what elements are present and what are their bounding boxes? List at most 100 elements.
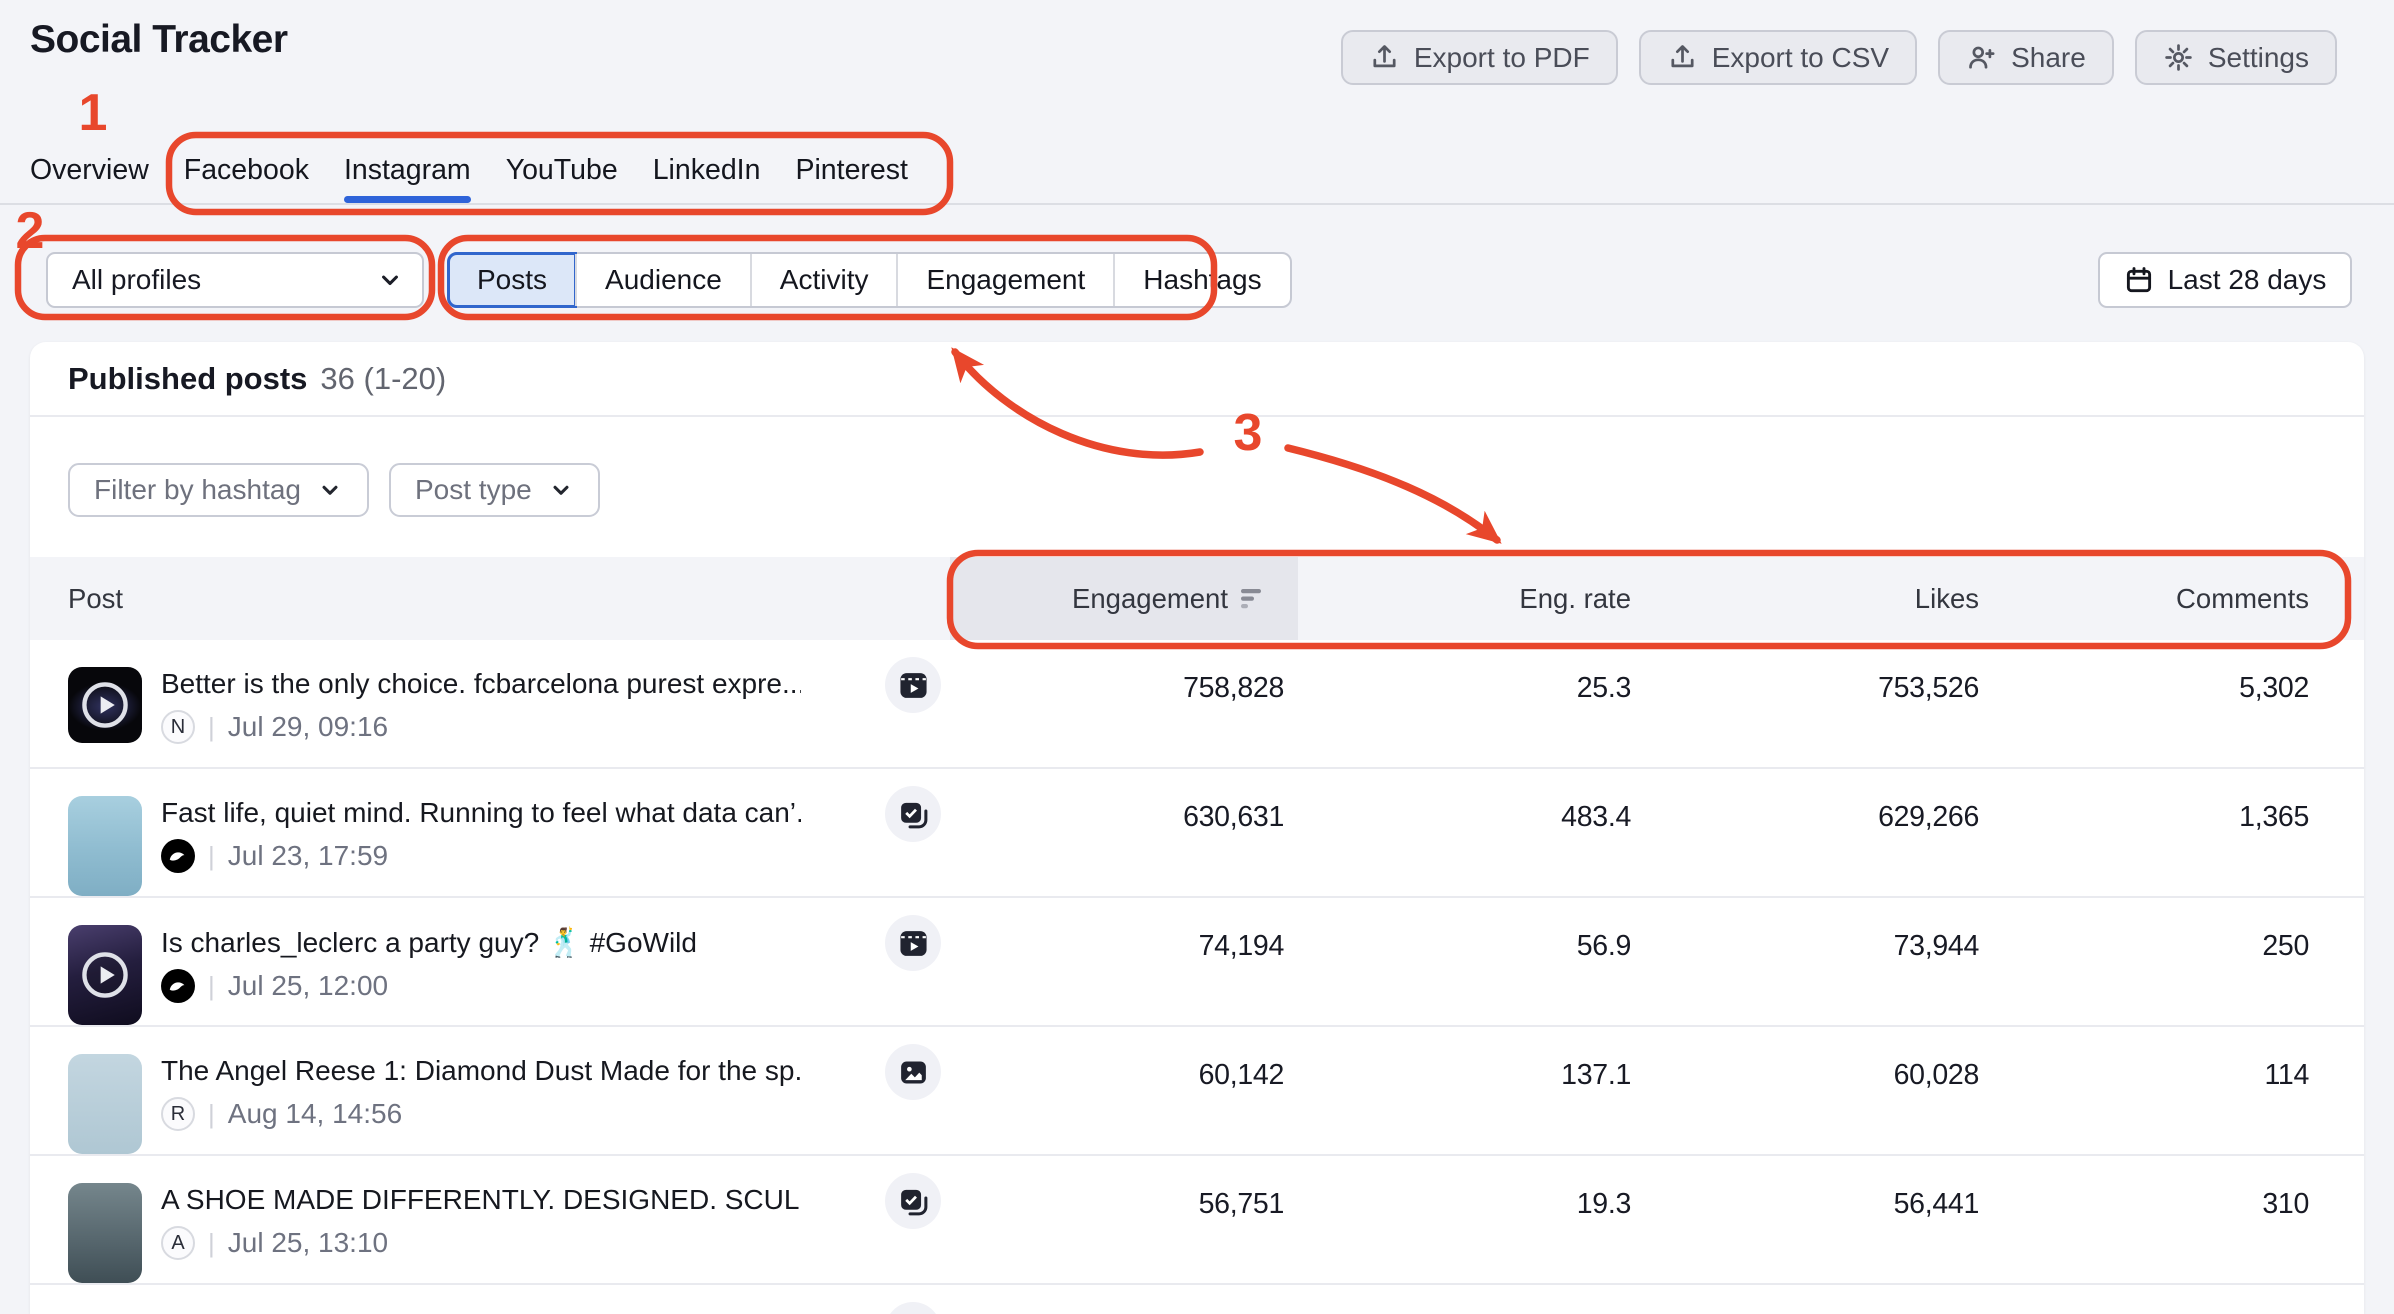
filter-label: Filter by hashtag [94, 474, 301, 506]
upload-icon [1369, 42, 1400, 73]
header-action-button[interactable]: Settings [2135, 30, 2337, 85]
post-meta: A SHOE MADE DIFFERENTLY. DESIGNED. SCULP… [161, 1183, 801, 1283]
post-date: Jul 25, 12:00 [228, 970, 388, 1002]
reel-icon [897, 669, 930, 702]
post-thumbnail[interactable] [68, 667, 142, 743]
network-tab-label: Overview [30, 154, 149, 186]
post-title[interactable]: Better is the only choice. fcbarcelona p… [161, 668, 801, 700]
post-subline: R | Aug 14, 14:56 [161, 1097, 801, 1131]
post-type-icon [885, 1302, 941, 1314]
header-action-label: Settings [2208, 42, 2309, 74]
post-date: Jul 29, 09:16 [228, 711, 388, 743]
profile-avatar: A [161, 1226, 195, 1260]
section-tab[interactable]: Audience [575, 254, 750, 306]
table-row: Better is the only choice. fcbarcelona p… [30, 640, 2364, 769]
annotation-number-1: 1 [79, 84, 108, 142]
card-count: 36 (1-20) [320, 361, 446, 397]
date-range-button[interactable]: Last 28 days [2098, 252, 2352, 308]
post-thumbnail[interactable] [68, 1054, 142, 1154]
section-tab[interactable]: Engagement [896, 254, 1113, 306]
carousel-icon [897, 798, 930, 831]
post-cell: A SHOE MADE DIFFERENTLY. DESIGNED. SCULP… [68, 1156, 934, 1283]
engagement-header-label: Engagement [1072, 583, 1228, 615]
header-action-button[interactable]: Export to CSV [1639, 30, 1917, 85]
network-tab-label: Instagram [344, 154, 471, 186]
post-title[interactable]: The Angel Reese 1: Diamond Dust Made for… [161, 1055, 801, 1087]
table-row-partial [30, 1285, 2364, 1314]
filter-dropdown[interactable]: Filter by hashtag [68, 463, 369, 517]
eng-rate-value: 56.9 [1284, 898, 1631, 1025]
engagement-value: 56,751 [934, 1156, 1284, 1283]
header-action-button[interactable]: Share [1938, 30, 2114, 85]
profile-select[interactable]: All profiles [46, 252, 424, 308]
post-cell: Is charles_leclerc a party guy? 🕺 #GoWil… [68, 898, 934, 1025]
header-action-label: Export to PDF [1414, 42, 1590, 74]
puma-logo-icon [167, 975, 189, 997]
card-header: Published posts 36 (1-20) [30, 342, 2364, 417]
carousel-icon [897, 1185, 930, 1218]
social-tracker-app: Social Tracker Export to PDF Export to C… [0, 0, 2394, 1314]
page-title: Social Tracker [30, 18, 288, 62]
table-row: The Angel Reese 1: Diamond Dust Made for… [30, 1027, 2364, 1156]
comments-value: 1,365 [1979, 769, 2309, 896]
puma-logo-icon [167, 845, 189, 867]
network-tab-label: Facebook [184, 154, 309, 186]
section-tabs: Posts Audience ActivityEngagementHashtags [447, 252, 1292, 308]
avatar-letter: A [171, 1232, 184, 1255]
section-tab[interactable]: Hashtags [1113, 254, 1289, 306]
profile-avatar: R [161, 1097, 195, 1131]
column-header-engagement[interactable]: Engagement [950, 557, 1298, 640]
post-meta: Fast life, quiet mind. Running to feel w… [161, 796, 801, 896]
chevron-down-icon [317, 477, 343, 503]
gear-icon [2163, 42, 2194, 73]
column-header-likes[interactable]: Likes [1631, 583, 1979, 615]
eng-rate-value: 137.1 [1284, 1027, 1631, 1154]
post-thumbnail[interactable] [68, 796, 142, 896]
separator: | [208, 971, 215, 1002]
post-title[interactable]: A SHOE MADE DIFFERENTLY. DESIGNED. SCULP… [161, 1184, 801, 1216]
post-title[interactable]: Is charles_leclerc a party guy? 🕺 #GoWil… [161, 926, 697, 959]
post-subline: | Jul 25, 12:00 [161, 969, 697, 1003]
person-plus-icon [1966, 42, 1997, 73]
post-subline: A | Jul 25, 13:10 [161, 1226, 801, 1260]
post-cell: Fast life, quiet mind. Running to feel w… [68, 769, 934, 896]
comments-value: 250 [1979, 898, 2309, 1025]
network-tab-label: YouTube [506, 154, 618, 186]
chevron-down-icon [376, 266, 404, 294]
post-cell: Better is the only choice. fcbarcelona p… [68, 640, 934, 767]
column-header-comments[interactable]: Comments [1979, 583, 2309, 615]
calendar-icon [2124, 265, 2154, 295]
image-icon [897, 1056, 930, 1089]
filter-label: Post type [415, 474, 532, 506]
avatar-letter: N [171, 716, 185, 739]
upload-icon [1667, 42, 1698, 73]
section-tab[interactable]: Posts [449, 254, 575, 306]
post-title[interactable]: Fast life, quiet mind. Running to feel w… [161, 797, 801, 829]
filter-dropdown[interactable]: Post type [389, 463, 600, 517]
network-tab-label: Pinterest [795, 154, 907, 186]
section-tab-label: Posts [477, 264, 547, 296]
section-tab[interactable]: Activity [750, 254, 897, 306]
post-cell: The Angel Reese 1: Diamond Dust Made for… [68, 1027, 934, 1154]
post-type-icon [885, 915, 941, 971]
table-row: Is charles_leclerc a party guy? 🕺 #GoWil… [30, 898, 2364, 1027]
post-meta: Is charles_leclerc a party guy? 🕺 #GoWil… [161, 925, 697, 1025]
separator: | [208, 1228, 215, 1259]
likes-value: 73,944 [1631, 898, 1979, 1025]
tabs-divider [0, 203, 2394, 205]
column-header-eng-rate[interactable]: Eng. rate [1284, 583, 1631, 615]
section-tab-label: Audience [605, 264, 722, 296]
header-actions: Export to PDF Export to CSV Share Settin… [1341, 30, 2337, 85]
engagement-value: 758,828 [934, 640, 1284, 767]
post-thumbnail[interactable] [68, 1183, 142, 1283]
card-title: Published posts [68, 361, 307, 397]
post-subline: N | Jul 29, 09:16 [161, 710, 801, 744]
header-action-button[interactable]: Export to PDF [1341, 30, 1618, 85]
network-tab-label: LinkedIn [653, 154, 761, 186]
post-subline: | Jul 23, 17:59 [161, 839, 801, 873]
posts-table: Post Engagement Eng. rate Likes Comments… [30, 557, 2364, 1314]
date-range-label: Last 28 days [2168, 264, 2327, 296]
post-type-icon [885, 786, 941, 842]
post-thumbnail[interactable] [68, 925, 142, 1025]
profile-select-value: All profiles [72, 264, 201, 296]
